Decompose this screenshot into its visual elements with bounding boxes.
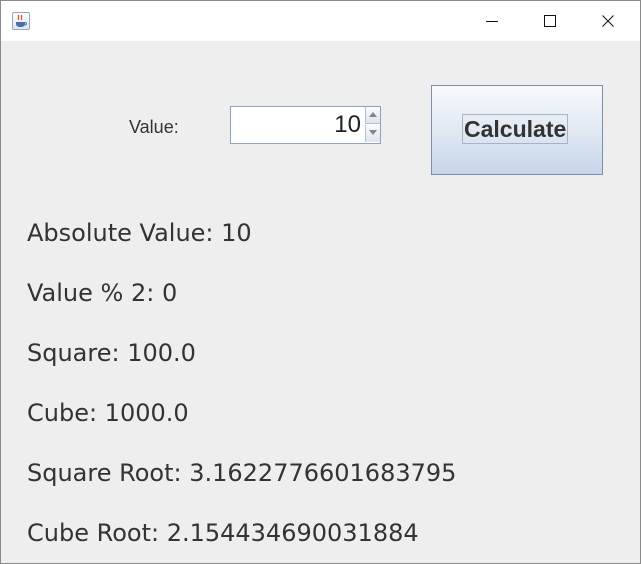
close-button[interactable] [579,1,637,41]
java-coffee-cup-icon[interactable] [12,12,30,30]
cube-root-result: Cube Root: 2.154434690031884 [27,519,419,547]
arrow-down-icon [369,130,377,135]
modulo-result: Value % 2: 0 [27,279,178,307]
app-window: Value: Calculate Absolute Value: 10 Valu… [0,0,641,564]
maximize-icon [544,15,556,27]
arrow-up-icon [369,112,377,117]
maximize-button[interactable] [521,1,579,41]
title-bar[interactable] [1,1,640,41]
square-root-result: Square Root: 3.1622776601683795 [27,459,457,487]
cube-result: Cube: 1000.0 [27,399,189,427]
spinner-increment-button[interactable] [365,107,380,124]
value-label: Value: [129,117,179,137]
content-panel: Value: Calculate Absolute Value: 10 Valu… [1,41,640,563]
value-spinner[interactable] [230,106,381,144]
spinner-decrement-button[interactable] [365,125,380,142]
close-icon [602,15,614,27]
absolute-value-result: Absolute Value: 10 [27,219,252,247]
value-input[interactable] [231,107,363,143]
calculate-button[interactable]: Calculate [431,85,603,175]
minimize-button[interactable] [463,1,521,41]
square-result: Square: 100.0 [27,339,196,367]
calculate-button-label: Calculate [462,114,569,144]
minimize-icon [486,21,498,22]
